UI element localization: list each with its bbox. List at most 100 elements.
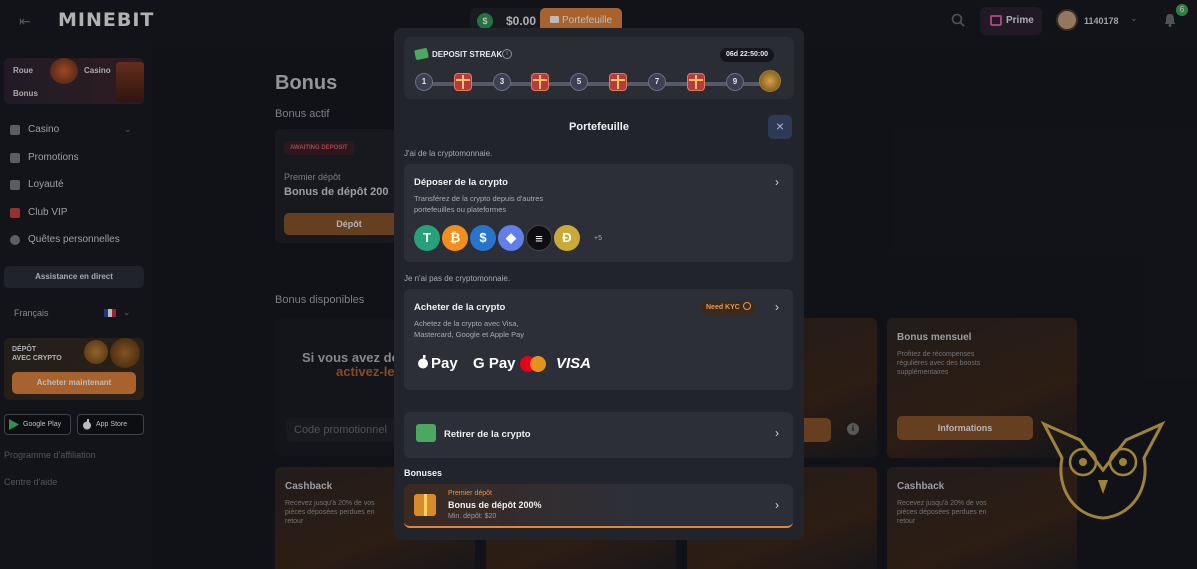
have-crypto-hint: J'ai de la cryptomonnaie. [404,149,493,158]
bitcoin-icon: ₿ [442,225,468,251]
live-support-button[interactable]: Assistance en direct [4,266,144,288]
app-store-label: App Store [96,421,128,428]
chevron-right-icon: › [775,426,779,440]
wallet-button-label: Portefeuille [562,15,613,26]
streak-progress-track [424,82,764,86]
tile-casino[interactable]: Casino [84,66,111,75]
tile-bonus[interactable]: Bonus [13,89,38,98]
sidebar-item-vip[interactable]: Club VIP [10,205,67,221]
wallet-icon [550,16,559,23]
wallet-modal: DEPOSIT STREAK i 06d 22:50:00 1 3 5 7 9 … [394,28,804,540]
withdraw-crypto-option[interactable]: Retirer de la crypto › [404,412,793,458]
apple-pay-logo: Pay [431,355,458,372]
deposit-button[interactable]: Dépôt [284,213,395,235]
streak-step: 3 [493,73,511,91]
more-coins-count: +5 [594,235,602,242]
bonus-item-min: Min. dépôt: $20 [448,513,497,520]
streak-title: DEPOSIT STREAK [432,50,503,59]
gift-icon [687,73,705,91]
chevron-right-icon: › [775,498,779,512]
crypto-card-line1: DÉPÔT [12,346,37,353]
affiliate-link[interactable]: Programme d'affiliation [4,450,96,460]
crown-icon [10,208,20,218]
kyc-label: Need KYC [706,304,740,311]
bonus-card-desc: Recevez jusqu'à 20% de vos pièces déposé… [897,500,987,525]
buy-crypto-title: Acheter de la crypto [414,302,506,313]
sidebar-item-loyalty[interactable]: Loyauté [10,177,64,193]
info-icon [742,302,751,310]
bonus-image [116,62,144,102]
crypto-deposit-card: DÉPÔT AVEC CRYPTO Acheter maintenant [4,338,144,400]
language-label[interactable]: Français [14,308,49,318]
tile-roue[interactable]: Roue [13,66,33,75]
coin-image [84,340,108,364]
chevron-down-icon: ⌄ [1130,13,1138,23]
google-play-icon [9,419,19,430]
sidebar-item-casino[interactable]: Casino [10,122,59,138]
promo-code-line2: activez-le [336,364,395,379]
owl-watermark-icon [1040,420,1166,520]
search-icon[interactable] [951,13,965,27]
help-center-link[interactable]: Centre d'aide [4,477,57,487]
info-icon[interactable]: i [847,423,859,435]
no-crypto-hint: Je n'ai pas de cryptomonnaie. [404,274,511,283]
username: 1140178 [1084,16,1119,26]
logo[interactable]: MINEBIT [58,9,154,31]
money-icon [414,47,429,61]
avatar [1056,9,1078,31]
bonus-item-title: Bonus de dépôt 200% [448,500,542,510]
collapse-sidebar-icon[interactable]: ⇤ [14,11,36,31]
close-icon[interactable]: × [768,115,792,139]
available-bonus-heading: Bonus disponibles [275,294,365,306]
bonus-card-title: Cashback [285,481,333,492]
chevron-down-icon[interactable]: ⌄ [123,307,131,318]
chevron-right-icon: › [775,300,779,314]
flag-icon [10,153,20,163]
sidebar-item-label: Casino [28,124,60,135]
gift-icon [531,73,549,91]
user-menu[interactable]: 1140178 ⌄ [1052,7,1148,35]
bell-icon[interactable] [1162,12,1178,28]
quest-icon [10,235,20,245]
mastercard-icon [520,356,546,372]
streak-timer: 06d 22:50:00 [720,48,775,62]
loyalty-icon [10,180,20,190]
promo-code-card: Si vous avez de activez-le Code promotio… [275,318,399,456]
bonuses-heading: Bonuses [404,468,443,478]
sidebar-item-quests[interactable]: Quêtes personnelles [10,232,120,248]
sidebar: Roue Casino Bonus Casino ⌄ Promotions Lo… [0,42,152,569]
kyc-badge: Need KYC [702,301,755,315]
bonus-item[interactable]: Premier dépôt Bonus de dépôt 200% Min. d… [404,484,793,528]
bonus-card-desc: Profitez de récompenses régulières avec … [897,351,981,376]
withdraw-icon [416,424,436,442]
promo-code-line1: Si vous avez de [302,350,399,365]
usdc-icon: $ [470,225,496,251]
info-button[interactable]: Informations [897,416,1033,440]
buy-crypto-desc: Achetez de la crypto avec Visa, Masterca… [414,319,525,339]
deposit-crypto-option[interactable]: Déposer de la crypto › Transférez de la … [404,164,793,262]
info-icon[interactable]: i [502,49,512,59]
modal-title: Portefeuille [569,121,629,133]
google-play-label: Google Play [23,421,62,428]
french-flag-icon [104,309,116,317]
sidebar-item-promotions[interactable]: Promotions [10,150,79,166]
chevron-down-icon[interactable]: ⌄ [124,124,132,135]
app-store-badge[interactable]: App Store [77,414,144,435]
promo-code-input[interactable]: Code promotionnel [286,418,396,442]
prime-label: Prime [1006,15,1034,26]
google-pay-logo: G Pay [473,355,516,372]
google-play-badge[interactable]: Google Play [4,414,71,435]
deposit-streak-panel: DEPOSIT STREAK i 06d 22:50:00 1 3 5 7 9 [404,37,794,99]
gift-icon [990,15,1002,26]
bonus-card-title: Bonus mensuel [897,332,972,343]
buy-crypto-option[interactable]: Acheter de la crypto Need KYC › Achetez … [404,289,793,390]
gift-icon [414,494,436,516]
prime-button[interactable]: Prime [980,7,1042,35]
gift-icon [454,73,472,91]
sidebar-item-label: Loyauté [28,179,64,190]
bitcoin-image [110,338,140,368]
page-title: Bonus [275,72,338,94]
bonus-card-title: Cashback [897,481,945,492]
streak-step: 9 [726,73,744,91]
buy-now-button[interactable]: Acheter maintenant [12,372,136,394]
